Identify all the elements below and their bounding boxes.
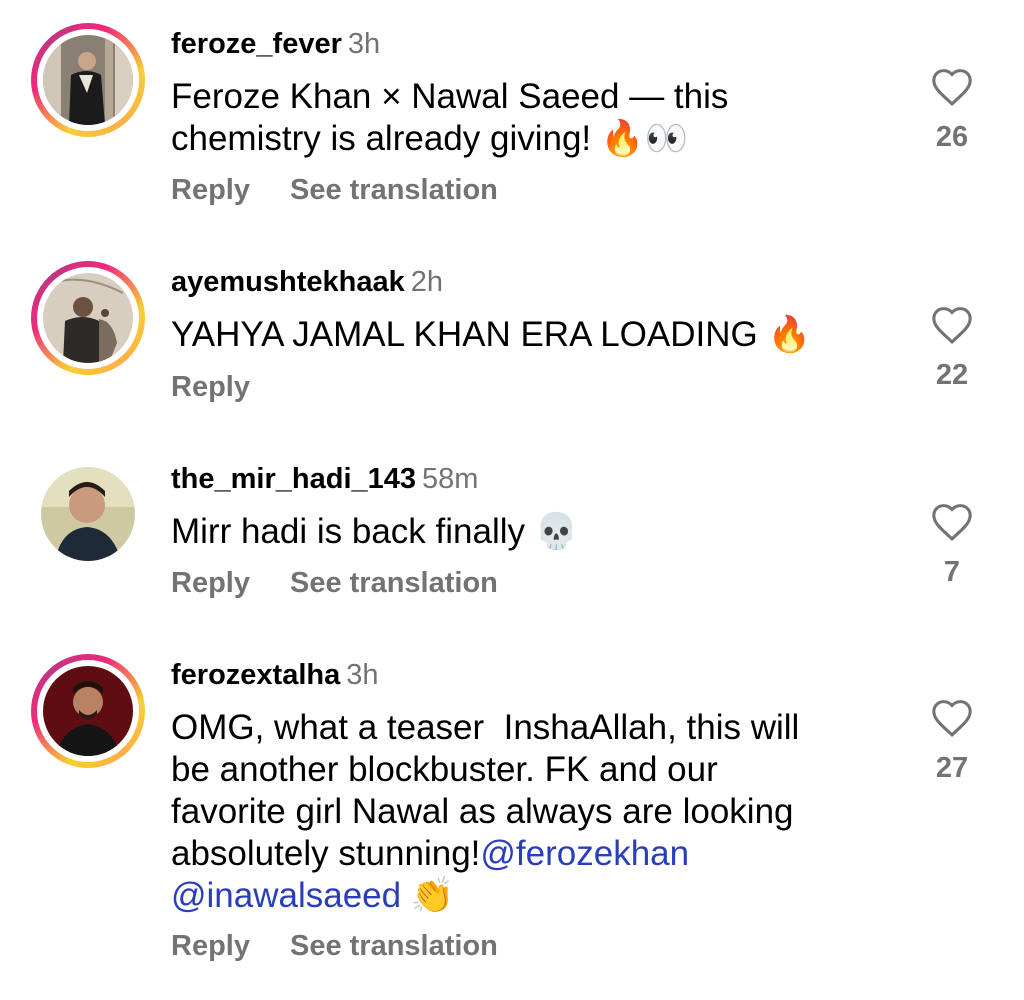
comment-text: YAHYA JAMAL KHAN ERA LOADING 🔥 — [171, 315, 812, 354]
mention-link[interactable]: @ferozekhan — [480, 834, 689, 873]
mention-link[interactable]: @inawalsaeed — [171, 876, 401, 915]
reply-button[interactable]: Reply — [171, 930, 250, 962]
comment-username[interactable]: the_mir_hadi_143 — [171, 463, 416, 495]
comment-username[interactable]: ayemushtekhaak — [171, 266, 405, 298]
like-count: 27 — [935, 752, 969, 784]
avatar[interactable] — [31, 23, 145, 137]
like-count: 26 — [935, 121, 969, 153]
comment-text: Feroze Khan × Nawal Saeed — this chemist… — [171, 77, 729, 158]
heart-outline-icon[interactable] — [930, 305, 974, 345]
comment-text: OMG, what a teaser InshaAllah, this will… — [171, 707, 871, 917]
heart-outline-icon[interactable] — [930, 502, 974, 542]
avatar[interactable] — [41, 467, 135, 561]
reply-button[interactable]: Reply — [171, 174, 250, 206]
comment-username[interactable]: feroze_fever — [171, 28, 342, 60]
see-translation-button[interactable]: See translation — [290, 567, 498, 599]
reply-button[interactable]: Reply — [171, 567, 250, 599]
avatar[interactable] — [31, 261, 145, 375]
heart-outline-icon[interactable] — [930, 67, 974, 107]
comment-text: Mirr hadi is back finally 💀 — [171, 512, 579, 551]
see-translation-button[interactable]: See translation — [290, 174, 498, 206]
comment-text-tail: 👏 — [401, 876, 455, 915]
heart-outline-icon[interactable] — [930, 698, 974, 738]
comment-username[interactable]: ferozextalha — [171, 659, 340, 691]
comment-timestamp: 3h — [347, 28, 381, 60]
avatar-photo — [43, 666, 133, 756]
reply-button[interactable]: Reply — [171, 371, 250, 403]
avatar-photo — [43, 273, 133, 363]
comment-timestamp: 3h — [346, 659, 379, 691]
comment-timestamp: 58m — [422, 463, 479, 495]
avatar[interactable] — [31, 654, 145, 768]
like-count: 7 — [943, 556, 961, 588]
comment-timestamp: 2h — [410, 266, 444, 298]
like-count: 22 — [935, 359, 969, 391]
avatar-photo — [41, 467, 135, 561]
see-translation-button[interactable]: See translation — [290, 930, 498, 962]
avatar-photo — [43, 35, 133, 125]
